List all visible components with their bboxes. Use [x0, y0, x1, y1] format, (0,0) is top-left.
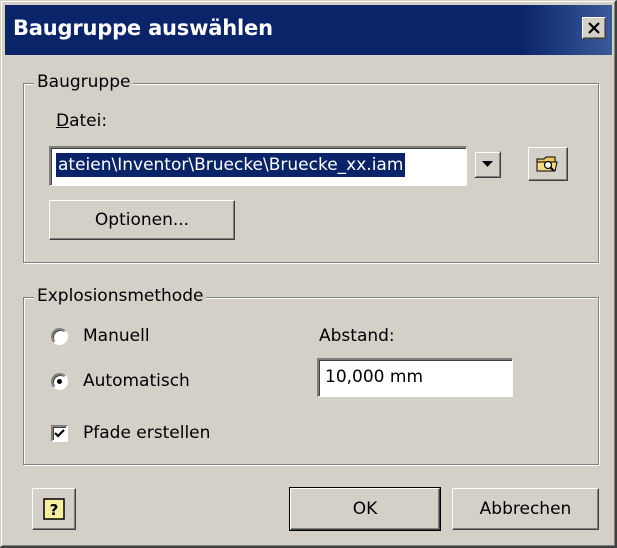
ok-button[interactable]: OK	[289, 487, 441, 531]
radio-manual[interactable]	[51, 328, 68, 345]
file-dropdown-button[interactable]	[474, 151, 501, 178]
chevron-down-icon	[482, 161, 493, 167]
file-label: Datei:	[56, 111, 108, 131]
cancel-button[interactable]: Abbrechen	[452, 488, 599, 530]
help-icon: ?	[43, 498, 65, 520]
radio-automatic[interactable]	[51, 373, 68, 390]
distance-input[interactable]: 10,000 mm	[317, 358, 513, 397]
distance-label: Abstand:	[319, 326, 395, 346]
help-button[interactable]: ?	[32, 488, 76, 530]
file-path-value: ateien\Inventor\Bruecke\Bruecke_xx.iam	[56, 153, 406, 177]
create-paths-label[interactable]: Pfade erstellen	[83, 423, 210, 443]
radio-automatic-label[interactable]: Automatisch	[83, 371, 190, 391]
create-paths-checkbox[interactable]	[51, 425, 68, 442]
close-icon	[588, 22, 600, 34]
select-assembly-dialog: Baugruppe auswählen Baugruppe Datei: ate…	[0, 0, 617, 548]
explosion-method-group-label: Explosionsmethode	[34, 286, 207, 306]
title-bar[interactable]: Baugruppe auswählen	[5, 5, 612, 55]
close-button[interactable]	[582, 17, 606, 39]
folder-search-icon	[536, 156, 558, 172]
window-title: Baugruppe auswählen	[13, 16, 273, 40]
checkmark-icon	[54, 429, 65, 438]
options-button[interactable]: Optionen...	[49, 200, 235, 240]
browse-button[interactable]	[528, 147, 568, 181]
file-combobox[interactable]: ateien\Inventor\Bruecke\Bruecke_xx.iam	[49, 146, 467, 186]
radio-manual-label[interactable]: Manuell	[83, 326, 150, 346]
assembly-group-label: Baugruppe	[34, 72, 134, 92]
svg-text:?: ?	[50, 501, 59, 519]
